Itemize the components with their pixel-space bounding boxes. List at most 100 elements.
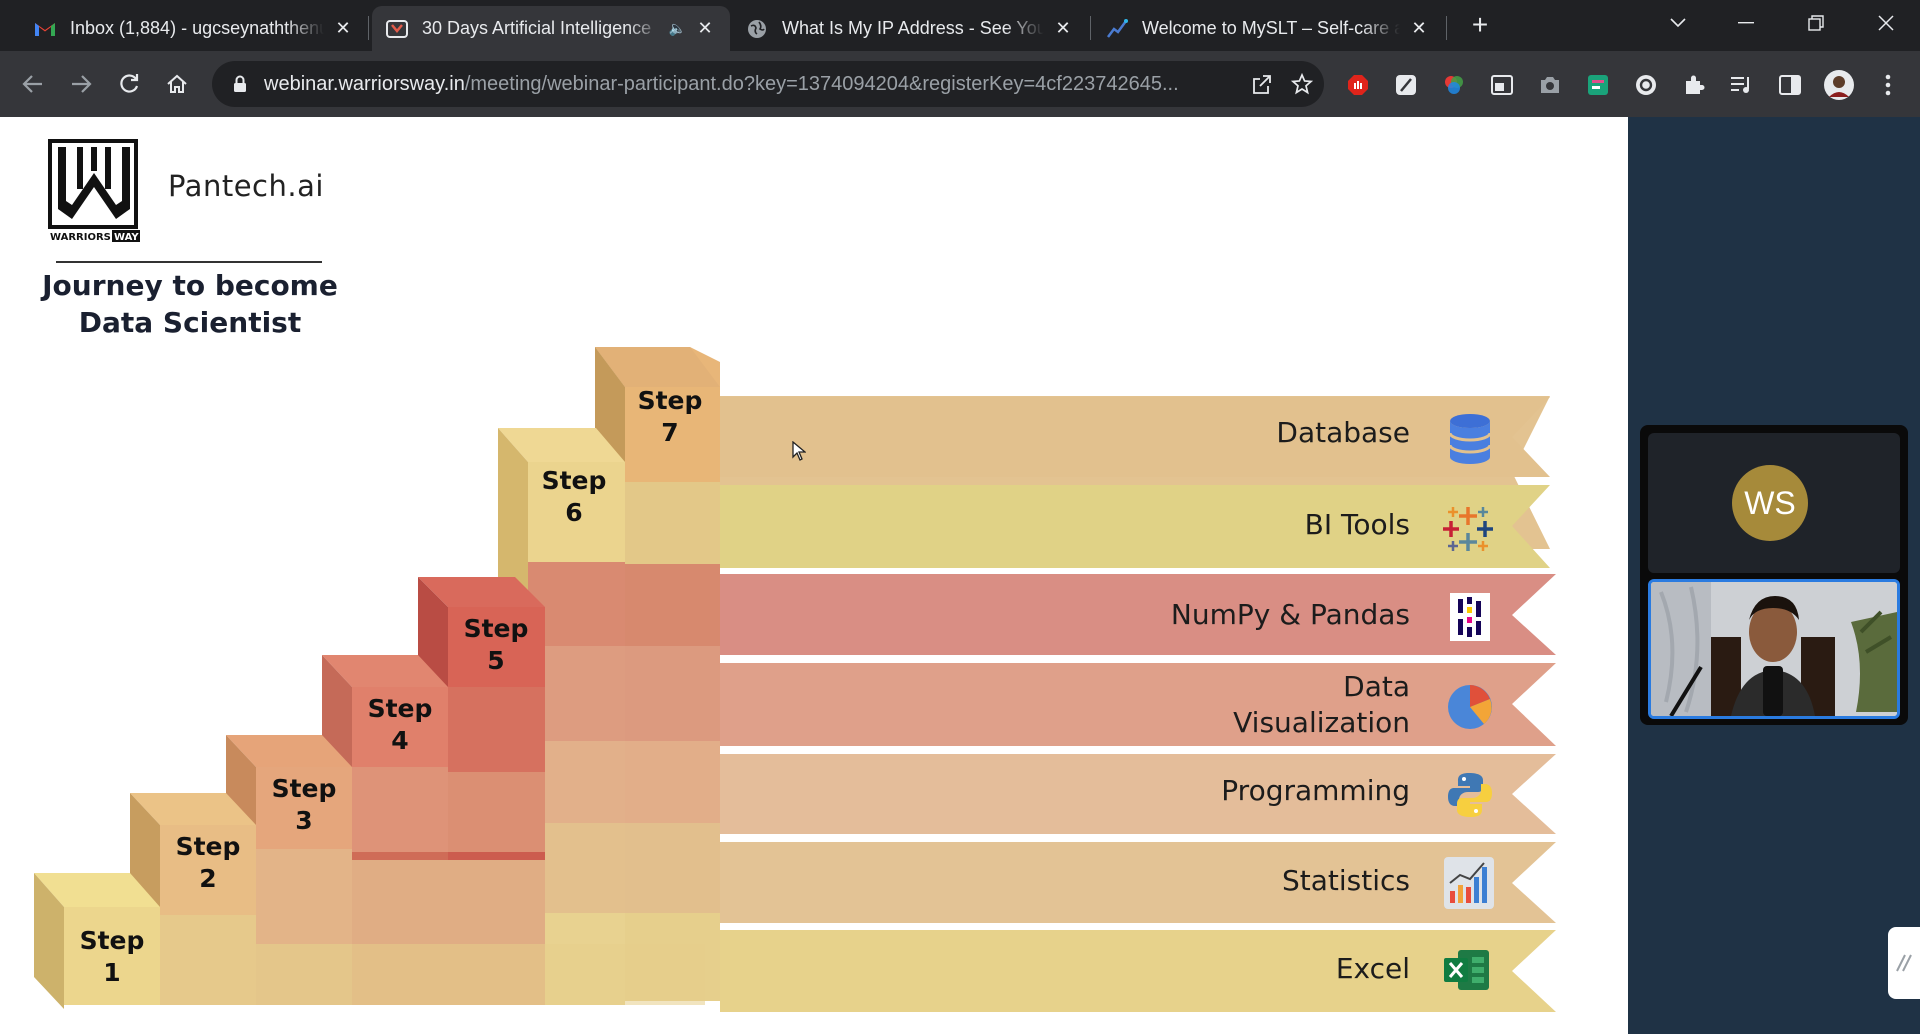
tab-search-icon[interactable]	[1658, 8, 1698, 38]
back-icon[interactable]	[16, 67, 50, 101]
tab-gmail[interactable]: Inbox (1,884) - ugcseynaththenu ✕	[20, 6, 368, 51]
browser-toolbar: webinar.warriorsway.in/meeting/webinar-p…	[0, 51, 1920, 117]
step-5-label: Step 5	[456, 613, 536, 677]
banner-label-bi-tools: BI Tools	[1304, 508, 1410, 541]
grammar-extension-icon[interactable]	[1634, 73, 1658, 97]
step-1-label: Step 1	[72, 925, 152, 989]
globe-icon	[746, 18, 768, 40]
puzzle-extensions-icon[interactable]	[1682, 73, 1706, 97]
address-bar[interactable]: webinar.warriorsway.in/meeting/webinar-p…	[212, 61, 1324, 107]
tab-title: Inbox (1,884) - ugcseynaththenu	[70, 18, 324, 38]
tab-separator	[1090, 16, 1091, 40]
step-1-text: Step 1	[79, 926, 145, 987]
camera-extension-icon[interactable]	[1538, 73, 1562, 97]
step-2-line1: Step	[175, 832, 241, 861]
step-4-line1: Step	[367, 694, 433, 723]
minimize-icon[interactable]	[1726, 8, 1766, 38]
step-5-line2: 5	[487, 646, 505, 675]
url-host: webinar.warriorsway.in	[264, 72, 465, 95]
color-picker-extension-icon[interactable]	[1442, 73, 1466, 97]
pen-extension-icon[interactable]	[1394, 73, 1418, 97]
excel-icon	[1444, 949, 1492, 997]
banner-label-statistics: Statistics	[1282, 864, 1410, 897]
myslt-icon	[1106, 18, 1128, 40]
banner-numpy-shape	[720, 574, 1556, 655]
media-control-icon[interactable]	[1730, 73, 1754, 97]
tab-title: What Is My IP Address - See Your	[782, 18, 1044, 38]
banner-label-data-visualization-line2: Visualization	[1233, 706, 1410, 739]
profile-avatar[interactable]	[1824, 70, 1854, 100]
lock-icon[interactable]	[230, 74, 250, 94]
step-2-label: Step 2	[168, 831, 248, 895]
step-2-line2: 2	[199, 864, 217, 893]
banner-label-programming: Programming	[1221, 774, 1410, 807]
presentation-slide: WARRIORS WAY Pantech.ai Journey to becom…	[0, 117, 1628, 1034]
tab-ip-address[interactable]: What Is My IP Address - See Your ✕	[732, 6, 1088, 51]
banner-label-excel: Excel	[1335, 952, 1410, 985]
banner-bi-tools-shape	[720, 485, 1550, 568]
close-icon[interactable]: ✕	[332, 18, 354, 40]
reload-icon[interactable]	[112, 67, 146, 101]
mouse-cursor-icon	[792, 440, 807, 466]
readwise-extension-icon[interactable]	[1586, 73, 1610, 97]
close-window-icon[interactable]	[1866, 8, 1906, 38]
adblock-extension-icon[interactable]	[1346, 73, 1370, 97]
side-panel-handle[interactable]	[1888, 927, 1920, 999]
python-icon	[1446, 771, 1494, 819]
webinar-icon	[386, 18, 408, 40]
home-icon[interactable]	[160, 67, 194, 101]
banner-excel-shape	[720, 930, 1556, 1012]
share-icon[interactable]	[1250, 72, 1274, 96]
restore-icon[interactable]	[1796, 8, 1836, 38]
tab-strip: Inbox (1,884) - ugcseynaththenu ✕ 30 Day…	[0, 0, 1920, 51]
tab-title: Welcome to MySLT – Self-care a	[1142, 18, 1400, 38]
step-4-label: Step 4	[360, 693, 440, 757]
step-5-line1: Step	[463, 614, 529, 643]
step-4-line2: 4	[391, 726, 409, 755]
tableau-icon	[1442, 503, 1493, 551]
forward-icon[interactable]	[64, 67, 98, 101]
step-7-label: Step 7	[630, 385, 710, 449]
browser-menu-icon[interactable]	[1876, 73, 1900, 97]
close-icon[interactable]: ✕	[1408, 18, 1430, 40]
new-tab-button[interactable]: +	[1466, 11, 1494, 40]
banner-label-data-visualization: Data Visualization	[1233, 669, 1410, 741]
step-3-line2: 3	[295, 806, 313, 835]
tab-webinar[interactable]: 30 Days Artificial Intelligence 🔈 ✕	[372, 6, 730, 51]
bar-chart-icon	[1444, 857, 1494, 909]
banner-label-data-visualization-line1: Data	[1343, 670, 1410, 703]
step-7-line2: 7	[661, 418, 679, 447]
side-panel-icon[interactable]	[1778, 73, 1802, 97]
presenter-video-image	[1651, 582, 1897, 716]
step-6-label: Step 6	[534, 465, 614, 529]
step-3-label: Step 3	[264, 773, 344, 837]
step-7-line1: Step	[637, 386, 703, 415]
picture-in-picture-icon[interactable]	[1490, 73, 1514, 97]
banner-label-numpy-pandas: NumPy & Pandas	[1170, 598, 1410, 631]
close-icon[interactable]: ✕	[694, 18, 716, 40]
handle-icon	[1896, 954, 1912, 972]
banner-dataviz-shape	[720, 663, 1556, 746]
presenter-video-tile[interactable]	[1648, 579, 1900, 719]
url-text[interactable]: webinar.warriorsway.in/meeting/webinar-p…	[264, 73, 1224, 96]
speaker-icon[interactable]: 🔈	[669, 20, 686, 37]
step-6-line1: Step	[541, 466, 607, 495]
database-icon	[1446, 413, 1494, 464]
tab-separator	[368, 16, 369, 40]
tab-myslt[interactable]: Welcome to MySLT – Self-care a ✕	[1092, 6, 1444, 51]
banner-statistics-shape	[720, 842, 1556, 923]
gmail-icon	[34, 18, 56, 40]
page-content: WARRIORS WAY Pantech.ai Journey to becom…	[0, 117, 1920, 1034]
close-icon[interactable]: ✕	[1052, 18, 1074, 40]
tab-title: 30 Days Artificial Intelligence	[422, 18, 652, 38]
pandas-icon	[1450, 593, 1498, 641]
pie-chart-icon	[1446, 683, 1494, 731]
banner-database-shape	[720, 397, 1550, 477]
participant-avatar: WS	[1732, 465, 1808, 541]
step-6-line2: 6	[565, 498, 583, 527]
step-3-line1: Step	[271, 774, 337, 803]
bookmark-star-icon[interactable]	[1290, 72, 1314, 96]
url-path: /meeting/webinar-participant.do?key=1374…	[464, 72, 1179, 95]
tab-separator	[1446, 16, 1447, 40]
banner-programming-shape	[720, 754, 1556, 834]
